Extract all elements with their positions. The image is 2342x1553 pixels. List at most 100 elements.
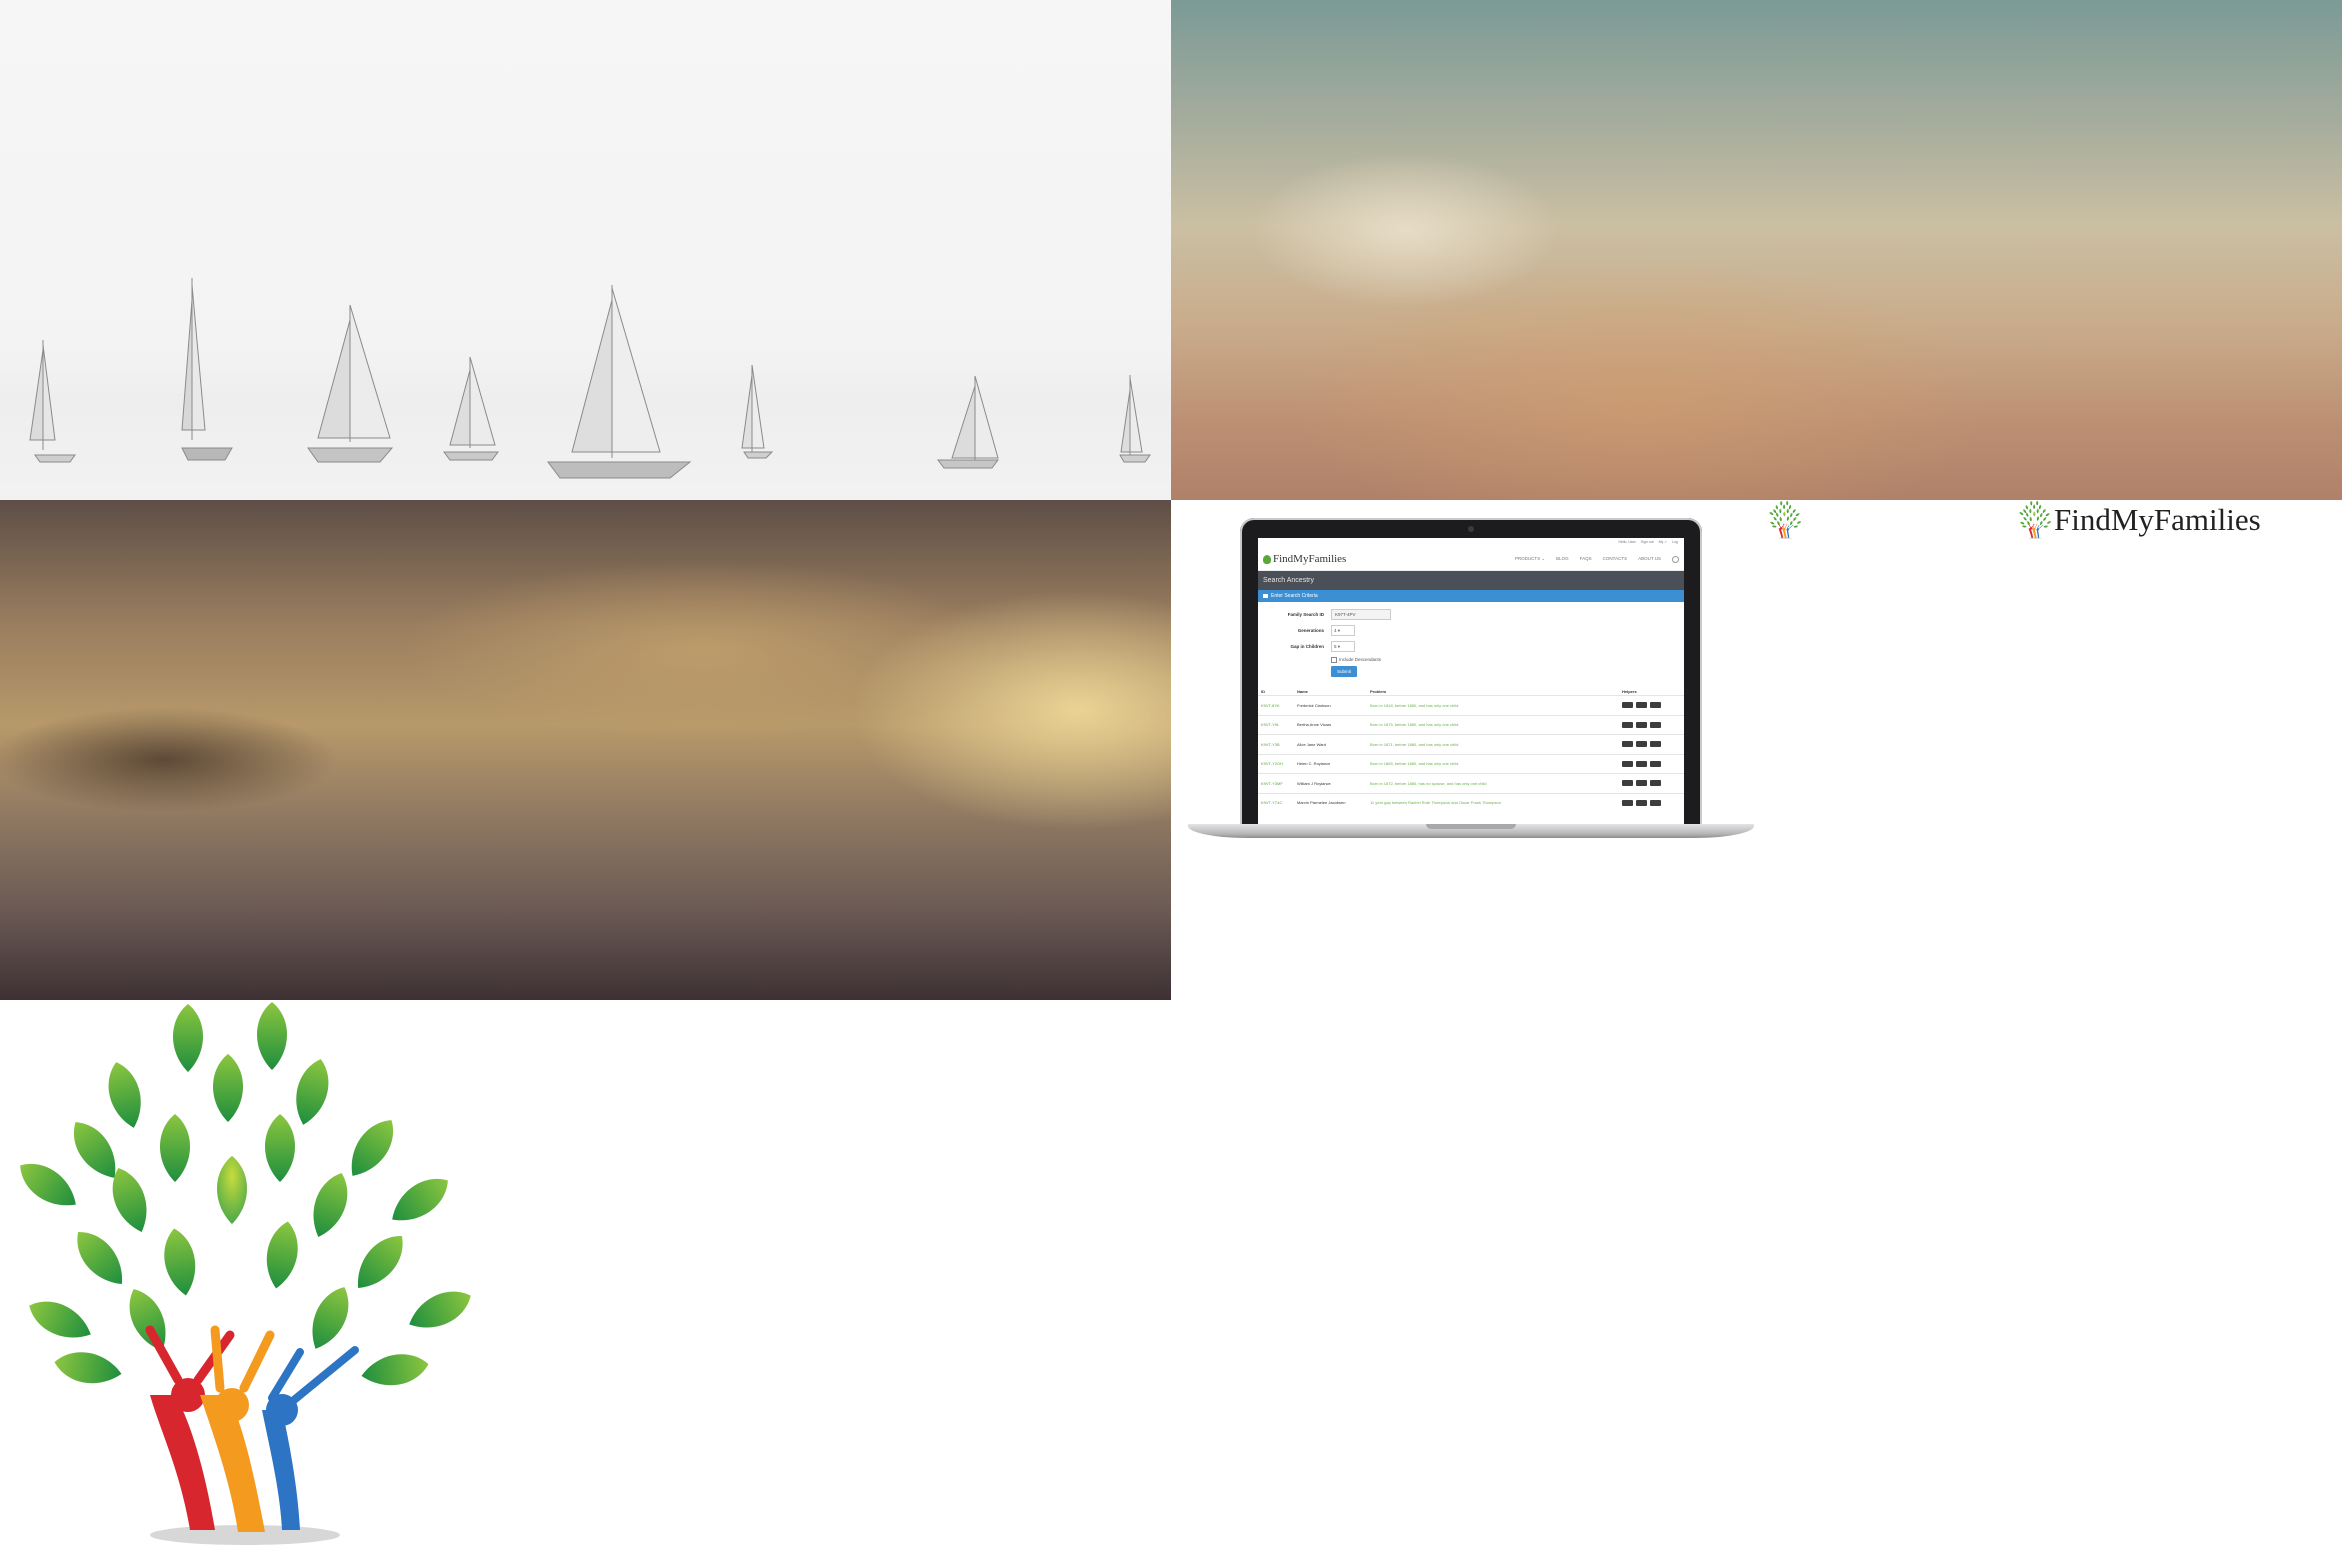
row-problem: 11 year gap between Rachel Ruth Thompson… [1370, 800, 1501, 806]
row-name: Helen C. Roylance [1297, 761, 1331, 767]
top-link[interactable]: My ✓ [1659, 540, 1668, 544]
table-row: K9VT-Y3MF William J Roylance Born in 187… [1258, 773, 1684, 793]
helper-button[interactable] [1622, 780, 1633, 787]
table-row: K9VT-Y3B Alice Jane Ward Born in 1871, b… [1258, 734, 1684, 754]
header-helpers: Helpers [1622, 688, 1637, 694]
nav-item-contacts[interactable]: CONTACTS [1603, 556, 1627, 563]
top-link[interactable]: Log [1672, 540, 1678, 544]
nav-item-products[interactable]: PRODUCTS ⌄ [1515, 556, 1545, 563]
results-table: ID Name Problem Helpers K9VT-8YK Frederi… [1258, 687, 1684, 812]
brand-logo: FindMyFamilies [2018, 500, 2261, 540]
sailboats-illustration [29, 278, 1151, 479]
row-helpers [1622, 799, 1661, 806]
table-row: K9VT-YT4C Marvin Parmelee Jacobsen 11 ye… [1258, 792, 1684, 813]
helper-button[interactable] [1636, 721, 1647, 728]
helper-button[interactable] [1650, 780, 1661, 787]
row-problem: Born in 1872, before 1880, has no spouse… [1370, 780, 1487, 786]
gap-select[interactable]: 5 ▾ [1331, 640, 1355, 652]
row-helpers [1622, 760, 1661, 767]
helper-button[interactable] [1636, 780, 1647, 787]
row-problem: Born in 1865, before 1880, and has only … [1370, 761, 1459, 767]
row-id[interactable]: K9VT-YT4C [1261, 800, 1297, 805]
table-row: K9VT-Y9L Bertha Anne Vicars Born in 1875… [1258, 714, 1684, 735]
gap-label: Gap in Children [1290, 643, 1324, 649]
top-link[interactable]: Sign out [1641, 540, 1654, 544]
brand-name: FindMyFamilies [2054, 502, 2261, 537]
header-problem: Problem [1370, 688, 1387, 694]
row-name: Bertha Anne Vicars [1297, 722, 1332, 728]
row-helpers [1622, 741, 1661, 748]
generations-select[interactable]: 4 ▾ [1331, 624, 1355, 636]
helper-button[interactable] [1650, 760, 1661, 767]
blurred-dunes-photo [0, 500, 1171, 1000]
header-name: Name [1297, 688, 1308, 694]
helper-button[interactable] [1622, 760, 1633, 767]
page-title: Search Ancestry [1258, 571, 1684, 590]
row-name: Marvin Parmelee Jacobsen [1297, 800, 1346, 806]
family-search-id-label: Family Search ID [1287, 611, 1324, 617]
family-search-id-input[interactable]: K97T-4PV [1331, 608, 1391, 620]
row-problem: Born in 1871, before 1880, and has only … [1370, 741, 1459, 747]
family-tree-logo-icon [0, 1000, 482, 1553]
panel-title: Enter Search Criteria [1258, 590, 1684, 602]
tree-icon [1263, 554, 1271, 564]
table-header: ID Name Problem Helpers [1258, 687, 1684, 695]
row-name: William J Roylance [1297, 780, 1331, 786]
laptop-camera [1468, 526, 1474, 532]
table-row: K9VT-8YK Frederick Clarkson Born in 1818… [1258, 695, 1684, 715]
header-id: ID [1261, 688, 1265, 694]
screen-menu: PRODUCTS ⌄ BLOG FAQS CONTACTS ABOUT US [1515, 555, 1679, 563]
nav-item-about-us[interactable]: ABOUT US [1638, 556, 1661, 563]
search-icon[interactable] [1672, 555, 1679, 563]
search-form: Family Search ID K97T-4PV Generations 4 … [1258, 602, 1684, 677]
screen-logo-text: FindMyFamilies [1273, 553, 1347, 565]
nav-item-faqs[interactable]: FAQS [1580, 556, 1592, 563]
table-row: K9VT-Y2GH Helen C. Roylance Born in 1865… [1258, 753, 1684, 774]
helper-button[interactable] [1650, 799, 1661, 806]
helper-button[interactable] [1636, 702, 1647, 709]
row-id[interactable]: K9VT-8YK [1261, 703, 1297, 708]
laptop-notch [1426, 824, 1516, 829]
family-tree-logo-icon [1768, 500, 1802, 540]
helper-button[interactable] [1636, 760, 1647, 767]
row-id[interactable]: K9VT-Y3B [1261, 742, 1297, 747]
row-name: Frederick Clarkson [1297, 702, 1331, 708]
helper-button[interactable] [1636, 741, 1647, 748]
row-problem: Born in 1875, before 1880, and has only … [1370, 722, 1459, 728]
submit-button[interactable]: Submit [1331, 666, 1357, 677]
helper-button[interactable] [1622, 721, 1633, 728]
helper-button[interactable] [1650, 721, 1661, 728]
panel-title-text: Enter Search Criteria [1271, 593, 1318, 599]
helper-button[interactable] [1622, 702, 1633, 709]
row-id[interactable]: K9VT-Y2GH [1261, 761, 1297, 766]
row-id[interactable]: K9VT-Y9L [1261, 722, 1297, 727]
gap-value: 5 [1334, 643, 1337, 649]
generations-label: Generations [1297, 627, 1324, 633]
row-helpers [1622, 780, 1661, 787]
screen-navbar: FindMyFamilies PRODUCTS ⌄ BLOG FAQS CONT… [1258, 548, 1684, 571]
helper-button[interactable] [1650, 741, 1661, 748]
checkbox-icon [1331, 656, 1337, 663]
family-tree-logo-icon [2018, 500, 2052, 540]
generations-value: 4 [1334, 627, 1337, 633]
top-link[interactable]: Hello, User [1618, 540, 1635, 544]
helper-button[interactable] [1622, 799, 1633, 806]
row-problem: Born in 1818, before 1880, and has only … [1370, 702, 1459, 708]
row-id[interactable]: K9VT-Y3MF [1261, 781, 1297, 786]
helper-button[interactable] [1650, 702, 1661, 709]
laptop-screen: Hello, User Sign out My ✓ Log FindMyFami… [1258, 538, 1684, 828]
screen-logo[interactable]: FindMyFamilies [1263, 553, 1346, 565]
laptop-mockup: Hello, User Sign out My ✓ Log FindMyFami… [1188, 518, 1754, 846]
helper-button[interactable] [1622, 741, 1633, 748]
screen-top-links: Hello, User Sign out My ✓ Log [1258, 538, 1684, 548]
include-descendants-checkbox[interactable]: Include Descendants [1258, 654, 1684, 666]
sailboats-photo [0, 0, 1171, 500]
row-helpers [1622, 721, 1661, 728]
nav-item-blog[interactable]: BLOG [1556, 556, 1569, 563]
helper-button[interactable] [1636, 799, 1647, 806]
row-helpers [1622, 702, 1661, 709]
include-descendants-label: Include Descendants [1339, 657, 1382, 662]
row-name: Alice Jane Ward [1297, 741, 1326, 747]
blurred-sky-photo [1171, 0, 2342, 500]
list-icon [1263, 593, 1268, 598]
